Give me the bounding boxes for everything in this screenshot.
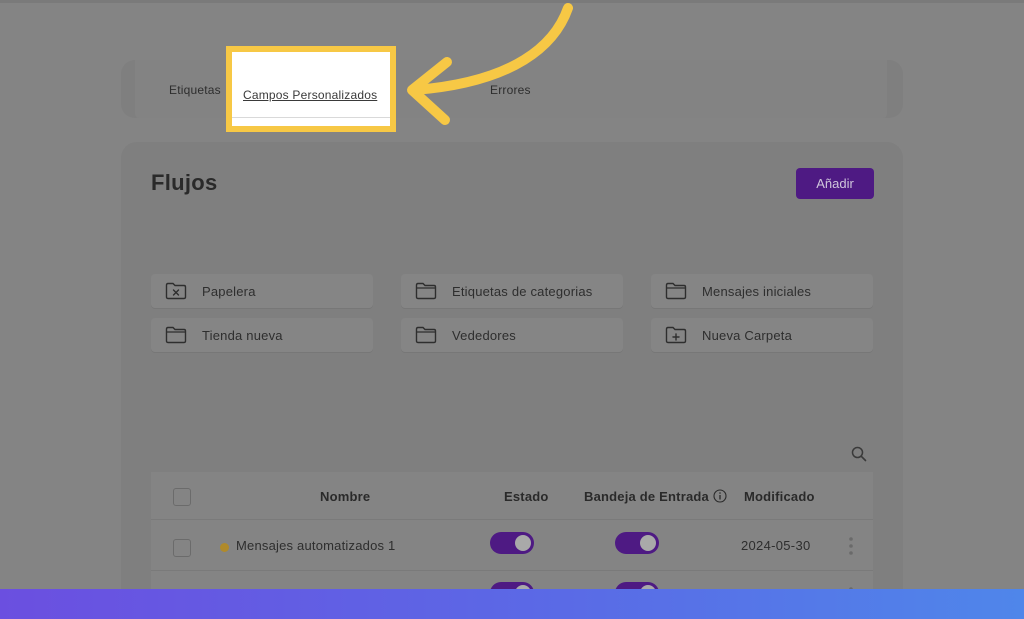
- folder-plus-icon: [665, 326, 687, 344]
- select-all-checkbox[interactable]: [173, 488, 191, 506]
- column-nombre[interactable]: Nombre: [320, 489, 370, 504]
- bandeja-toggle[interactable]: [615, 532, 659, 554]
- page-title: Flujos: [151, 170, 218, 195]
- tab-campos-personalizados[interactable]: Campos Personalizados: [243, 88, 377, 102]
- row-checkbox[interactable]: [173, 539, 191, 557]
- folder-icon: [415, 282, 437, 300]
- folder-icon: [665, 282, 687, 300]
- column-bandeja-label: Bandeja de Entrada: [584, 489, 709, 504]
- pointer-arrow-icon: [407, 3, 573, 125]
- estado-toggle[interactable]: [490, 532, 534, 554]
- folder-nueva-carpeta[interactable]: Nueva Carpeta: [651, 318, 873, 352]
- column-bandeja[interactable]: Bandeja de Entrada: [584, 489, 727, 504]
- tab-underline: [232, 117, 390, 118]
- column-modificado[interactable]: Modificado: [744, 489, 815, 504]
- tab-etiquetas[interactable]: Etiquetas: [169, 83, 221, 97]
- folder-label: Nueva Carpeta: [702, 327, 793, 343]
- folder-mensajes-iniciales[interactable]: Mensajes iniciales: [651, 274, 873, 308]
- folder-label: Tienda nueva: [202, 327, 283, 343]
- column-estado[interactable]: Estado: [504, 489, 549, 504]
- search-icon[interactable]: [850, 445, 868, 463]
- modified-date: 2024-05-30: [741, 538, 811, 553]
- folder-vededores[interactable]: Vededores: [401, 318, 623, 352]
- info-icon[interactable]: [713, 489, 727, 503]
- highlight-box: Campos Personalizados: [226, 46, 396, 132]
- status-dot: [220, 543, 229, 552]
- more-options-icon[interactable]: [848, 536, 854, 556]
- folder-label: Vededores: [452, 327, 516, 343]
- table-header: Nombre Estado Bandeja de Entrada Modific…: [151, 472, 873, 520]
- folder-label: Mensajes iniciales: [702, 283, 812, 299]
- folder-etiquetas-categorias[interactable]: Etiquetas de categorias: [401, 274, 623, 308]
- folder-icon: [415, 326, 437, 344]
- bottom-gradient-bar: [0, 589, 1024, 619]
- add-button[interactable]: Añadir: [796, 168, 874, 199]
- flow-name[interactable]: Mensajes automatizados 1: [236, 538, 395, 553]
- folder-papelera[interactable]: Papelera: [151, 274, 373, 308]
- folder-tienda-nueva[interactable]: Tienda nueva: [151, 318, 373, 352]
- folder-label: Etiquetas de categorias: [452, 283, 593, 299]
- folder-label: Papelera: [202, 283, 256, 299]
- table-row[interactable]: Mensajes automatizados 1 2024-05-30: [151, 521, 873, 571]
- folder-icon: [165, 326, 187, 344]
- flujos-card: Flujos Añadir Papelera Etiquetas de cate…: [121, 142, 903, 619]
- folder-x-icon: [165, 282, 187, 300]
